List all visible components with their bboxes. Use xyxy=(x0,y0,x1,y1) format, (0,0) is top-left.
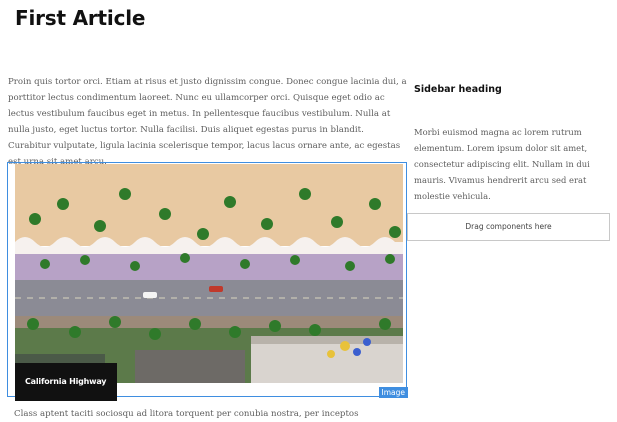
sidebar-heading: Sidebar heading xyxy=(414,84,502,95)
drag-components-drop-zone[interactable]: Drag components here xyxy=(407,213,610,241)
image-caption: California Highway xyxy=(15,363,117,401)
image-component[interactable]: California Highway Image xyxy=(7,162,408,401)
article-body-text: Proin quis tortor orci. Etiam at risus e… xyxy=(8,77,407,167)
sidebar-text: Morbi euismod magna ac lorem rutrum elem… xyxy=(414,127,590,201)
aerial-beach-photo xyxy=(15,164,403,383)
page-title: First Article xyxy=(15,6,146,30)
image-component-tag: Image xyxy=(378,387,408,398)
